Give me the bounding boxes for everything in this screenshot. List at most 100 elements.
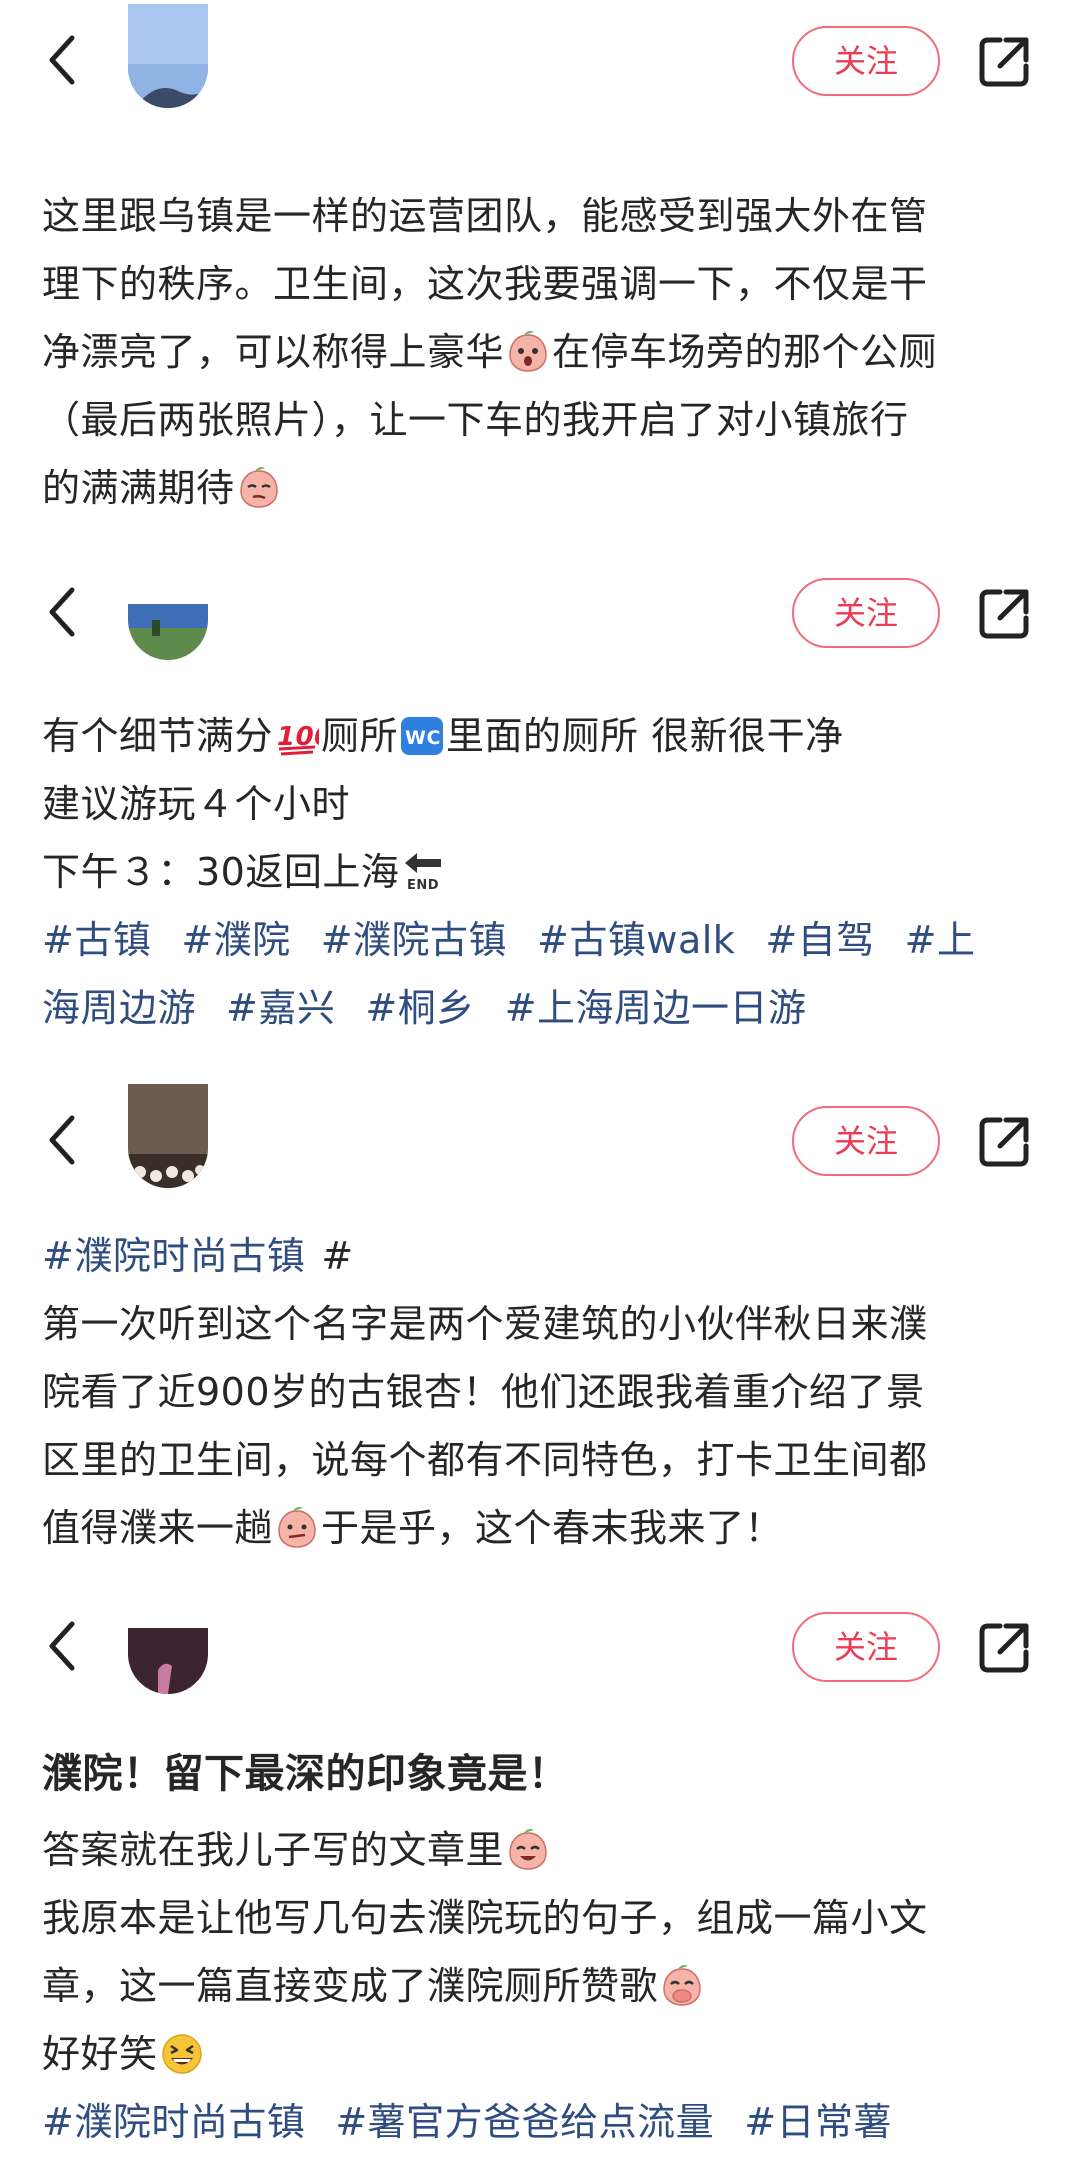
share-icon xyxy=(979,1623,1029,1673)
svg-text:END: END xyxy=(407,878,439,893)
hashtag[interactable]: #濮院时尚古镇 xyxy=(42,1234,305,1278)
text-line: 下午３：30返回上海 END xyxy=(42,838,1042,906)
text-line: （最后两张照片），让一下车的我开启了对小镇旅行 xyxy=(42,386,1042,454)
share-button[interactable] xyxy=(976,34,1032,90)
hashtag[interactable]: 海周边游 xyxy=(42,986,196,1030)
share-icon xyxy=(979,1117,1029,1167)
text-line: 建议游玩４个小时 xyxy=(42,770,1042,838)
avatar[interactable] xyxy=(128,1084,208,1188)
post-header: 关注 xyxy=(0,1080,1080,1200)
share-button[interactable] xyxy=(976,1114,1032,1170)
back-button[interactable] xyxy=(38,580,88,644)
hashtag[interactable]: #日常薯 xyxy=(744,2100,892,2144)
peach-shocked-emoji xyxy=(509,331,547,372)
text-segment: 的满满期待 xyxy=(42,466,235,510)
text-segment: 院看了近900岁的古银杏！他们还跟我着重介绍了景 xyxy=(42,1370,925,1414)
text-line: 有个细节满分100厕所 WC里面的厕所 很新很干净 xyxy=(42,702,1042,770)
text-line: 院看了近900岁的古银杏！他们还跟我着重介绍了景 xyxy=(42,1358,1042,1426)
hashtag[interactable]: #上 xyxy=(905,918,976,962)
follow-button[interactable]: 关注 xyxy=(792,26,940,96)
text-line: 第一次听到这个名字是两个爱建筑的小伙伴秋日来濮 xyxy=(42,1290,1042,1358)
text-line: 章，这一篇直接变成了濮院厕所赞歌 xyxy=(42,1952,1042,2020)
share-icon xyxy=(979,37,1029,87)
avatar[interactable] xyxy=(128,1590,208,1694)
svg-text:WC: WC xyxy=(405,727,441,749)
text-segment: # xyxy=(321,1234,354,1278)
share-icon xyxy=(979,589,1029,639)
hashtag[interactable]: #濮院古镇 xyxy=(321,918,507,962)
text-line: 净漂亮了，可以称得上豪华 在停车场旁的那个公厕 xyxy=(42,318,1042,386)
hashtag[interactable]: #嘉兴 xyxy=(226,986,335,1030)
text-segment: 下午３：30返回上海 xyxy=(42,850,400,894)
chevron-left-icon xyxy=(49,1115,75,1165)
text-segment: 章，这一篇直接变成了濮院厕所赞歌 xyxy=(42,1964,659,2008)
text-line: 这里跟乌镇是一样的运营团队，能感受到强大外在管 xyxy=(42,182,1042,250)
text-segment: 净漂亮了，可以称得上豪华 xyxy=(42,330,505,374)
text-segment: 在停车场旁的那个公厕 xyxy=(552,330,938,374)
text-segment: 里面的厕所 很新很干净 xyxy=(446,714,844,758)
avatar[interactable] xyxy=(128,4,208,108)
chevron-left-icon xyxy=(49,587,75,637)
hashtag[interactable]: #自驾 xyxy=(765,918,874,962)
follow-button[interactable]: 关注 xyxy=(792,578,940,648)
share-button[interactable] xyxy=(976,586,1032,642)
text-segment: 厕所 xyxy=(321,714,399,758)
post-body: 有个细节满分100厕所 WC里面的厕所 很新很干净 建议游玩４个小时 下午３：30… xyxy=(42,702,1042,1042)
text-segment: 我原本是让他写几句去濮院玩的句子，组成一篇小文 xyxy=(42,1896,928,1940)
post-body: 这里跟乌镇是一样的运营团队，能感受到强大外在管 理下的秩序。卫生间，这次我要强调… xyxy=(42,182,1042,522)
hashtag[interactable]: #薯官方爸爸给点流量 xyxy=(335,2100,714,2144)
post-body: #濮院时尚古镇 # 第一次听到这个名字是两个爱建筑的小伙伴秋日来濮 院看了近900… xyxy=(42,1222,1042,1562)
back-button[interactable] xyxy=(38,1614,88,1678)
text-line: #濮院时尚古镇 # xyxy=(42,1222,1042,1290)
hashtag[interactable]: #桐乡 xyxy=(365,986,474,1030)
text-line: 我原本是让他写几句去濮院玩的句子，组成一篇小文 xyxy=(42,1884,1042,1952)
text-line: 区里的卫生间，说每个都有不同特色，打卡卫生间都 xyxy=(42,1426,1042,1494)
post-title: 濮院！留下最深的印象竟是！ xyxy=(42,1751,569,1797)
text-segment: （最后两张照片），让一下车的我开启了对小镇旅行 xyxy=(42,398,909,442)
text-line: 答案就在我儿子写的文章里 xyxy=(42,1816,1042,1884)
hashtag[interactable]: #濮院时尚古镇 xyxy=(42,2100,305,2144)
text-segment: 值得濮来一趟 xyxy=(42,1506,274,1550)
avatar-image xyxy=(128,1590,208,1694)
text-segment: 区里的卫生间，说每个都有不同特色，打卡卫生间都 xyxy=(42,1438,928,1482)
peach-laugh-emoji xyxy=(509,1829,547,1870)
hashtag[interactable]: #古镇 xyxy=(42,918,151,962)
wc-emoji: WC xyxy=(401,717,444,755)
avatar-image xyxy=(128,556,208,660)
text-segment: 这里跟乌镇是一样的运营团队，能感受到强大外在管 xyxy=(42,194,928,238)
hashtag[interactable]: #上海周边一日游 xyxy=(505,986,807,1030)
avatar[interactable] xyxy=(128,556,208,660)
tag-line: 海周边游 #嘉兴 #桐乡 #上海周边一日游 xyxy=(42,974,1042,1042)
text-line: 的满满期待 xyxy=(42,454,1042,522)
chevron-left-icon xyxy=(49,1621,75,1671)
tag-line: #古镇 #濮院 #濮院古镇 #古镇walk #自驾 #上 xyxy=(42,906,1042,974)
follow-button[interactable]: 关注 xyxy=(792,1106,940,1176)
text-line: 好好笑 xyxy=(42,2020,1042,2088)
avatar-image xyxy=(128,4,208,108)
text-segment: 理下的秩序。卫生间，这次我要强调一下，不仅是干 xyxy=(42,262,928,306)
peach-pout-emoji xyxy=(278,1507,316,1548)
chevron-left-icon xyxy=(49,35,75,85)
text-line: 理下的秩序。卫生间，这次我要强调一下，不仅是干 xyxy=(42,250,1042,318)
grinning-squint-emoji xyxy=(161,2034,202,2074)
back-button[interactable] xyxy=(38,28,88,92)
avatar-image xyxy=(128,1084,208,1188)
text-segment: 建议游玩４个小时 xyxy=(42,782,351,826)
back-button[interactable] xyxy=(38,1108,88,1172)
post-header: 关注 xyxy=(0,552,1080,672)
peach-cover-mouth-emoji xyxy=(663,1965,701,2006)
text-line: 值得濮来一趟 于是乎，这个春末我来了！ xyxy=(42,1494,1042,1562)
text-segment: 好好笑 xyxy=(42,2032,158,2076)
tag-line: #濮院时尚古镇 #薯官方爸爸给点流量 #日常薯 xyxy=(42,2088,1042,2156)
peach-smug-emoji xyxy=(239,467,278,508)
hundred-points-emoji: 100 xyxy=(277,722,319,756)
end-arrow-emoji: END xyxy=(405,853,442,893)
text-segment: 第一次听到这个名字是两个爱建筑的小伙伴秋日来濮 xyxy=(42,1302,928,1346)
follow-button[interactable]: 关注 xyxy=(792,1612,940,1682)
hashtag[interactable]: #濮院 xyxy=(181,918,290,962)
text-segment: 答案就在我儿子写的文章里 xyxy=(42,1828,505,1872)
hashtag[interactable]: #古镇walk xyxy=(537,918,735,962)
text-segment: 于是乎，这个春末我来了！ xyxy=(321,1506,784,1550)
text-segment: 有个细节满分 xyxy=(42,714,274,758)
share-button[interactable] xyxy=(976,1620,1032,1676)
